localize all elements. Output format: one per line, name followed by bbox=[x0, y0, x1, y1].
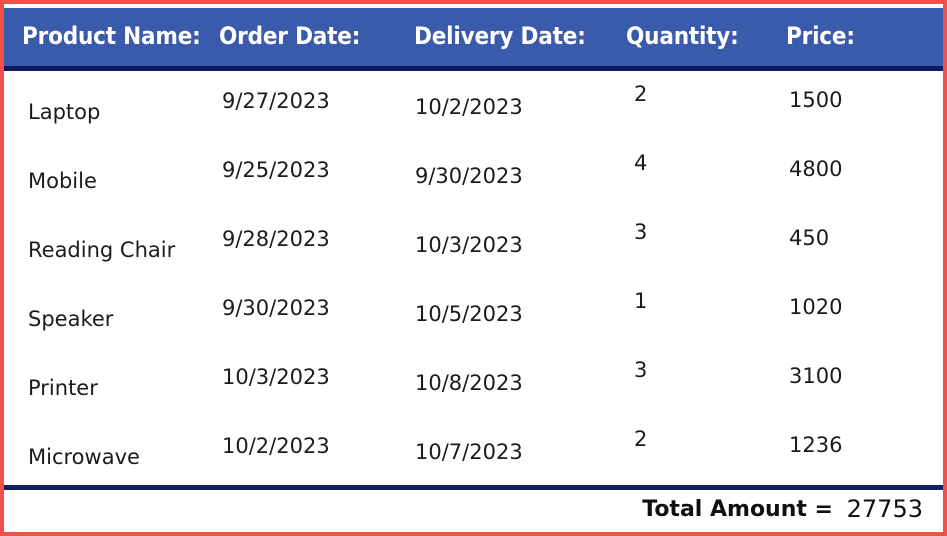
cell-product-name: Printer bbox=[28, 376, 98, 400]
cell-order-date: 9/30/2023 bbox=[222, 296, 330, 320]
cell-price: 3100 bbox=[789, 364, 843, 388]
total-amount-label: Total Amount = bbox=[642, 497, 833, 522]
cell-product-name: Microwave bbox=[28, 445, 140, 469]
cell-price: 450 bbox=[789, 226, 830, 250]
cell-product-name: Speaker bbox=[28, 307, 114, 331]
total-amount-value: 27753 bbox=[846, 495, 923, 523]
cell-product-name: Laptop bbox=[28, 100, 101, 124]
column-header-price: Price: bbox=[786, 22, 855, 50]
cell-product-name: Reading Chair bbox=[28, 238, 176, 262]
cell-quantity: 2 bbox=[634, 427, 648, 451]
order-table-container: Product Name: Order Date: Delivery Date:… bbox=[0, 0, 947, 536]
cell-quantity: 1 bbox=[634, 289, 648, 313]
cell-order-date: 9/25/2023 bbox=[222, 158, 330, 182]
cell-delivery-date: 10/2/2023 bbox=[415, 95, 523, 119]
cell-price: 1236 bbox=[789, 433, 843, 457]
cell-quantity: 2 bbox=[634, 82, 648, 106]
cell-delivery-date: 10/3/2023 bbox=[415, 233, 523, 257]
cell-order-date: 9/27/2023 bbox=[222, 89, 330, 113]
cell-product-name: Mobile bbox=[28, 169, 97, 193]
cell-delivery-date: 10/5/2023 bbox=[415, 302, 523, 326]
cell-quantity: 4 bbox=[634, 151, 648, 175]
cell-quantity: 3 bbox=[634, 358, 648, 382]
total-row: Total Amount = 27753 bbox=[4, 490, 943, 532]
column-header-quantity: Quantity: bbox=[626, 22, 739, 50]
table-header-row: Product Name: Order Date: Delivery Date:… bbox=[4, 8, 943, 66]
column-header-delivery-date: Delivery Date: bbox=[414, 22, 586, 50]
cell-delivery-date: 10/7/2023 bbox=[415, 440, 523, 464]
table-row: Laptop 9/27/2023 10/2/2023 2 1500 bbox=[4, 71, 943, 140]
cell-order-date: 10/2/2023 bbox=[222, 434, 330, 458]
table-row: Speaker 9/30/2023 10/5/2023 1 1020 bbox=[4, 278, 943, 347]
table-row: Microwave 10/2/2023 10/7/2023 2 1236 bbox=[4, 416, 943, 485]
column-header-product-name: Product Name: bbox=[22, 22, 201, 50]
cell-order-date: 10/3/2023 bbox=[222, 365, 330, 389]
cell-order-date: 9/28/2023 bbox=[222, 227, 330, 251]
cell-price: 1500 bbox=[789, 88, 843, 112]
cell-delivery-date: 10/8/2023 bbox=[415, 371, 523, 395]
column-header-order-date: Order Date: bbox=[219, 22, 361, 50]
table-row: Reading Chair 9/28/2023 10/3/2023 3 450 bbox=[4, 209, 943, 278]
cell-price: 1020 bbox=[789, 295, 843, 319]
cell-price: 4800 bbox=[789, 157, 843, 181]
cell-quantity: 3 bbox=[634, 220, 648, 244]
cell-delivery-date: 9/30/2023 bbox=[415, 164, 523, 188]
table-row: Mobile 9/25/2023 9/30/2023 4 4800 bbox=[4, 140, 943, 209]
table-row: Printer 10/3/2023 10/8/2023 3 3100 bbox=[4, 347, 943, 416]
table-body: Laptop 9/27/2023 10/2/2023 2 1500 Mobile… bbox=[4, 71, 943, 484]
